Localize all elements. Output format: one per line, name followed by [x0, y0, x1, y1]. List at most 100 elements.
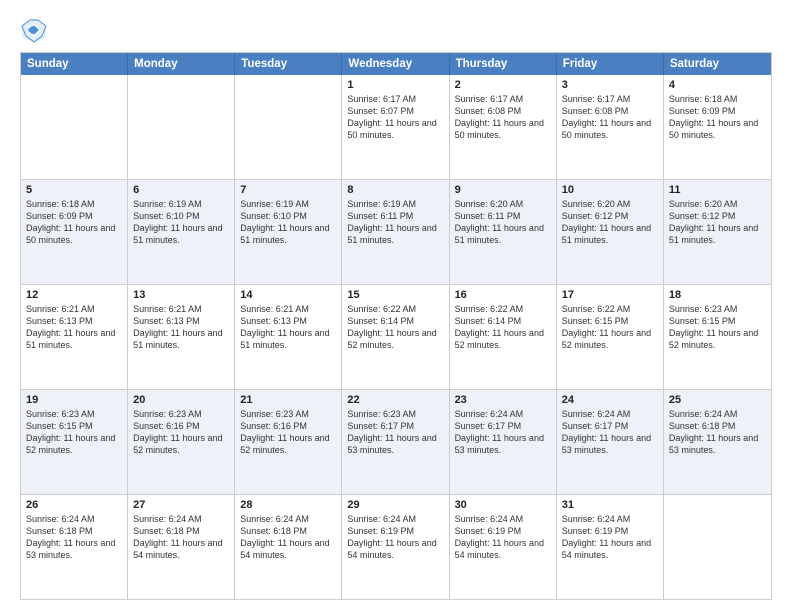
calendar-cell: 4 Sunrise: 6:18 AM Sunset: 6:09 PM Daylig…	[664, 75, 771, 179]
calendar-cell: 16 Sunrise: 6:22 AM Sunset: 6:14 PM Dayli…	[450, 285, 557, 389]
logo	[20, 16, 52, 44]
calendar-row-2: 12 Sunrise: 6:21 AM Sunset: 6:13 PM Dayli…	[21, 284, 771, 389]
cell-info: Sunrise: 6:21 AM Sunset: 6:13 PM Dayligh…	[26, 303, 122, 352]
calendar: SundayMondayTuesdayWednesdayThursdayFrid…	[20, 52, 772, 600]
day-number: 18	[669, 289, 766, 301]
day-number: 28	[240, 499, 336, 511]
day-number: 10	[562, 184, 658, 196]
cell-info: Sunrise: 6:23 AM Sunset: 6:16 PM Dayligh…	[133, 408, 229, 457]
calendar-cell: 19 Sunrise: 6:23 AM Sunset: 6:15 PM Dayli…	[21, 390, 128, 494]
cell-info: Sunrise: 6:24 AM Sunset: 6:18 PM Dayligh…	[133, 513, 229, 562]
day-number: 19	[26, 394, 122, 406]
calendar-cell: 11Sunrise: 6:20 AM Sunset: 6:12 PM Dayli…	[664, 180, 771, 284]
day-number: 31	[562, 499, 658, 511]
calendar-cell: 22 Sunrise: 6:23 AM Sunset: 6:17 PM Dayli…	[342, 390, 449, 494]
cell-info: Sunrise: 6:17 AM Sunset: 6:08 PM Dayligh…	[455, 93, 551, 142]
cell-info: Sunrise: 6:21 AM Sunset: 6:13 PM Dayligh…	[240, 303, 336, 352]
cell-info: Sunrise: 6:23 AM Sunset: 6:16 PM Dayligh…	[240, 408, 336, 457]
calendar-cell: 2Sunrise: 6:17 AM Sunset: 6:08 PM Daylig…	[450, 75, 557, 179]
day-number: 7	[240, 184, 336, 196]
calendar-cell: 7 Sunrise: 6:19 AM Sunset: 6:10 PM Daylig…	[235, 180, 342, 284]
cell-info: Sunrise: 6:17 AM Sunset: 6:07 PM Dayligh…	[347, 93, 443, 142]
cell-info: Sunrise: 6:24 AM Sunset: 6:19 PM Dayligh…	[347, 513, 443, 562]
calendar-row-3: 19 Sunrise: 6:23 AM Sunset: 6:15 PM Dayli…	[21, 389, 771, 494]
calendar-cell: 28 Sunrise: 6:24 AM Sunset: 6:18 PM Dayli…	[235, 495, 342, 599]
cell-info: Sunrise: 6:19 AM Sunset: 6:10 PM Dayligh…	[133, 198, 229, 247]
day-number: 12	[26, 289, 122, 301]
day-number: 5	[26, 184, 122, 196]
cell-info: Sunrise: 6:22 AM Sunset: 6:14 PM Dayligh…	[455, 303, 551, 352]
calendar-cell: 10 Sunrise: 6:20 AM Sunset: 6:12 PM Dayli…	[557, 180, 664, 284]
calendar-cell	[128, 75, 235, 179]
day-number: 17	[562, 289, 658, 301]
day-number: 24	[562, 394, 658, 406]
calendar-cell	[21, 75, 128, 179]
calendar-cell: 15 Sunrise: 6:22 AM Sunset: 6:14 PM Dayli…	[342, 285, 449, 389]
cell-info: Sunrise: 6:20 AM Sunset: 6:12 PM Dayligh…	[562, 198, 658, 247]
day-number: 27	[133, 499, 229, 511]
calendar-cell: 8Sunrise: 6:19 AM Sunset: 6:11 PM Daylig…	[342, 180, 449, 284]
cell-info: Sunrise: 6:22 AM Sunset: 6:14 PM Dayligh…	[347, 303, 443, 352]
cell-info: Sunrise: 6:24 AM Sunset: 6:17 PM Dayligh…	[562, 408, 658, 457]
day-number: 15	[347, 289, 443, 301]
day-number: 20	[133, 394, 229, 406]
day-number: 11	[669, 184, 766, 196]
calendar-cell	[235, 75, 342, 179]
calendar-cell: 25 Sunrise: 6:24 AM Sunset: 6:18 PM Dayli…	[664, 390, 771, 494]
cell-info: Sunrise: 6:23 AM Sunset: 6:15 PM Dayligh…	[669, 303, 766, 352]
calendar-cell: 24 Sunrise: 6:24 AM Sunset: 6:17 PM Dayli…	[557, 390, 664, 494]
cell-info: Sunrise: 6:23 AM Sunset: 6:15 PM Dayligh…	[26, 408, 122, 457]
day-number: 1	[347, 79, 443, 91]
calendar-cell: 31 Sunrise: 6:24 AM Sunset: 6:19 PM Dayli…	[557, 495, 664, 599]
cell-info: Sunrise: 6:19 AM Sunset: 6:11 PM Dayligh…	[347, 198, 443, 247]
calendar-cell: 6 Sunrise: 6:19 AM Sunset: 6:10 PM Daylig…	[128, 180, 235, 284]
header	[20, 16, 772, 44]
cell-info: Sunrise: 6:17 AM Sunset: 6:08 PM Dayligh…	[562, 93, 658, 142]
calendar-cell: 3 Sunrise: 6:17 AM Sunset: 6:08 PM Daylig…	[557, 75, 664, 179]
day-number: 13	[133, 289, 229, 301]
header-day-thursday: Thursday	[450, 53, 557, 75]
calendar-cell: 29 Sunrise: 6:24 AM Sunset: 6:19 PM Dayli…	[342, 495, 449, 599]
calendar-row-4: 26 Sunrise: 6:24 AM Sunset: 6:18 PM Dayli…	[21, 494, 771, 599]
cell-info: Sunrise: 6:24 AM Sunset: 6:18 PM Dayligh…	[669, 408, 766, 457]
cell-info: Sunrise: 6:24 AM Sunset: 6:19 PM Dayligh…	[455, 513, 551, 562]
calendar-row-1: 5Sunrise: 6:18 AM Sunset: 6:09 PM Daylig…	[21, 179, 771, 284]
day-number: 3	[562, 79, 658, 91]
day-number: 14	[240, 289, 336, 301]
cell-info: Sunrise: 6:21 AM Sunset: 6:13 PM Dayligh…	[133, 303, 229, 352]
day-number: 4	[669, 79, 766, 91]
day-number: 16	[455, 289, 551, 301]
calendar-cell: 13 Sunrise: 6:21 AM Sunset: 6:13 PM Dayli…	[128, 285, 235, 389]
header-day-friday: Friday	[557, 53, 664, 75]
cell-info: Sunrise: 6:19 AM Sunset: 6:10 PM Dayligh…	[240, 198, 336, 247]
cell-info: Sunrise: 6:20 AM Sunset: 6:11 PM Dayligh…	[455, 198, 551, 247]
header-day-sunday: Sunday	[21, 53, 128, 75]
calendar-cell: 21 Sunrise: 6:23 AM Sunset: 6:16 PM Dayli…	[235, 390, 342, 494]
day-number: 25	[669, 394, 766, 406]
header-day-monday: Monday	[128, 53, 235, 75]
cell-info: Sunrise: 6:24 AM Sunset: 6:19 PM Dayligh…	[562, 513, 658, 562]
day-number: 22	[347, 394, 443, 406]
logo-icon	[20, 16, 48, 44]
calendar-cell: 5Sunrise: 6:18 AM Sunset: 6:09 PM Daylig…	[21, 180, 128, 284]
day-number: 26	[26, 499, 122, 511]
calendar-cell: 27 Sunrise: 6:24 AM Sunset: 6:18 PM Dayli…	[128, 495, 235, 599]
day-number: 23	[455, 394, 551, 406]
day-number: 6	[133, 184, 229, 196]
calendar-cell: 17Sunrise: 6:22 AM Sunset: 6:15 PM Dayli…	[557, 285, 664, 389]
day-number: 30	[455, 499, 551, 511]
cell-info: Sunrise: 6:24 AM Sunset: 6:18 PM Dayligh…	[240, 513, 336, 562]
calendar-cell	[664, 495, 771, 599]
cell-info: Sunrise: 6:23 AM Sunset: 6:17 PM Dayligh…	[347, 408, 443, 457]
day-number: 29	[347, 499, 443, 511]
calendar-cell: 26Sunrise: 6:24 AM Sunset: 6:18 PM Dayli…	[21, 495, 128, 599]
calendar-cell: 30 Sunrise: 6:24 AM Sunset: 6:19 PM Dayli…	[450, 495, 557, 599]
calendar-cell: 14 Sunrise: 6:21 AM Sunset: 6:13 PM Dayli…	[235, 285, 342, 389]
calendar-header: SundayMondayTuesdayWednesdayThursdayFrid…	[21, 53, 771, 75]
calendar-cell: 1 Sunrise: 6:17 AM Sunset: 6:07 PM Daylig…	[342, 75, 449, 179]
calendar-cell: 18 Sunrise: 6:23 AM Sunset: 6:15 PM Dayli…	[664, 285, 771, 389]
day-number: 21	[240, 394, 336, 406]
cell-info: Sunrise: 6:18 AM Sunset: 6:09 PM Dayligh…	[669, 93, 766, 142]
calendar-cell: 9 Sunrise: 6:20 AM Sunset: 6:11 PM Daylig…	[450, 180, 557, 284]
day-number: 9	[455, 184, 551, 196]
